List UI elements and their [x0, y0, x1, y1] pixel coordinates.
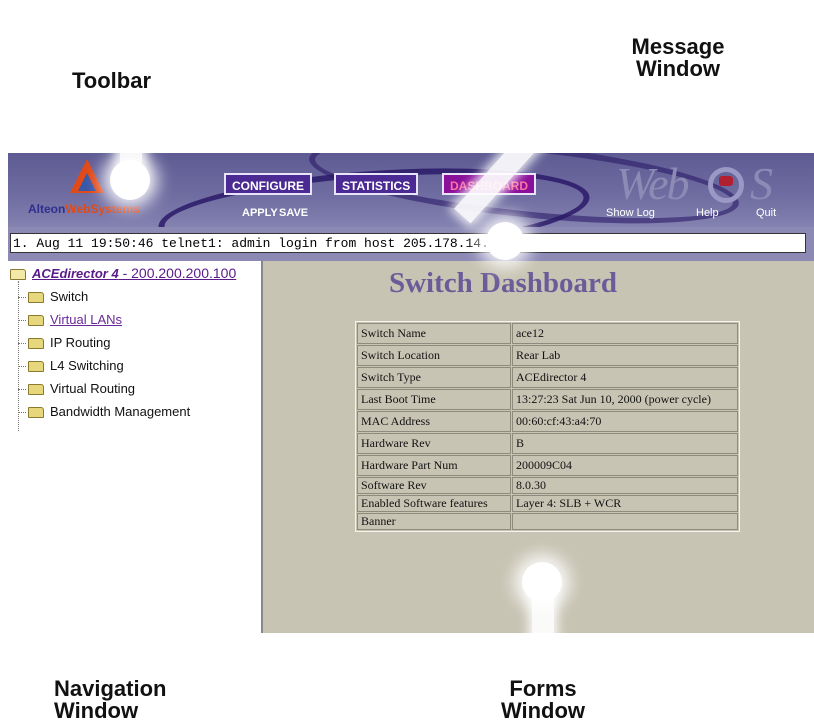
configure-button[interactable]: CONFIGURE	[224, 173, 312, 195]
row-value	[512, 513, 738, 530]
row-value: B	[512, 433, 738, 454]
apply-button[interactable]: APPLY	[242, 207, 278, 219]
table-row: Software Rev 8.0.30	[357, 477, 738, 494]
table-row: MAC Address 00:60:cf:43:a4:70	[357, 411, 738, 432]
switch-info-table: Switch Name ace12 Switch Location Rear Lab…	[355, 321, 740, 532]
row-value: Layer 4: SLB + WCR	[512, 495, 738, 512]
page-title: Switch Dashboard	[388, 267, 618, 299]
help-button[interactable]: Help	[696, 207, 719, 219]
tree-root-name[interactable]: ACEdirector 4	[32, 266, 119, 281]
row-label: Switch Type	[357, 367, 511, 388]
toolbar-callout-dot	[110, 160, 150, 200]
row-label: Switch Name	[357, 323, 511, 344]
table-row: Hardware Part Num 200009C04	[357, 455, 738, 476]
tree-item-label: Virtual LANs	[50, 312, 123, 327]
tree-item-label: Switch	[50, 289, 89, 304]
message-window: 1. Aug 11 19:50:46 telnet1: admin login …	[8, 227, 814, 261]
tree-root[interactable]: ACEdirector 4 - 200.200.200.100	[10, 265, 236, 281]
quit-button[interactable]: Quit	[756, 207, 776, 219]
tree-item-virtual-lans[interactable]: Virtual LANs	[18, 311, 122, 329]
row-value: ACEdirector 4	[512, 367, 738, 388]
alteon-logo-accent	[78, 173, 96, 191]
tree-item-label: Bandwidth Management	[50, 404, 191, 419]
row-label: Last Boot Time	[357, 389, 511, 410]
row-label: Hardware Part Num	[357, 455, 511, 476]
folder-icon	[28, 292, 44, 304]
statistics-button[interactable]: STATISTICS	[334, 173, 419, 195]
row-label: MAC Address	[357, 411, 511, 432]
row-label: Banner	[357, 513, 511, 530]
tree-item-label: L4 Switching	[50, 358, 124, 373]
forms-window-callout: Forms Window	[488, 672, 598, 722]
row-value: 13:27:23 Sat Jun 10, 2000 (power cycle)	[512, 389, 738, 410]
brand-text: Web	[616, 158, 690, 209]
table-row: Switch Location Rear Lab	[357, 345, 738, 366]
row-label: Hardware Rev	[357, 433, 511, 454]
callout-line: Navigation	[54, 676, 167, 701]
table-row: Enabled Software features Layer 4: SLB + …	[357, 495, 738, 512]
tree-item-switch[interactable]: Switch	[18, 288, 88, 306]
save-button[interactable]: SAVE	[279, 207, 308, 219]
row-value: 00:60:cf:43:a4:70	[512, 411, 738, 432]
row-value: 8.0.30	[512, 477, 738, 494]
row-value: Rear Lab	[512, 345, 738, 366]
row-value: ace12	[512, 323, 738, 344]
brand-suffix: S	[750, 158, 773, 209]
folder-icon	[28, 407, 44, 419]
tree-item-label: IP Routing	[50, 335, 111, 350]
folder-icon	[28, 384, 44, 396]
tree-item-bandwidth-management[interactable]: Bandwidth Management	[18, 403, 190, 421]
forms-callout-dot	[522, 562, 562, 602]
folder-icon	[28, 361, 44, 373]
tree-root-ip[interactable]: - 200.200.200.100	[119, 265, 237, 281]
callout-line: Window	[500, 698, 586, 723]
table-row: Switch Name ace12	[357, 323, 738, 344]
app-window: AlteonWebSystems CONFIGURE STATISTICS DA…	[8, 153, 814, 633]
message-callout-dot	[486, 222, 524, 260]
table-row: Banner	[357, 513, 738, 530]
webos-o-icon	[708, 167, 744, 203]
row-label: Software Rev	[357, 477, 511, 494]
message-window-callout: Message Window	[608, 30, 748, 86]
callout-line: Message	[631, 34, 725, 59]
toolbar-callout: Toolbar	[58, 52, 178, 92]
folder-icon	[28, 315, 44, 327]
tree-item-l4-switching[interactable]: L4 Switching	[18, 357, 124, 375]
folder-icon	[28, 338, 44, 350]
row-value: 200009C04	[512, 455, 738, 476]
callout-line: Window	[635, 56, 721, 81]
row-label: Enabled Software features	[357, 495, 511, 512]
navigation-callout-dot	[106, 562, 146, 602]
message-text[interactable]: 1. Aug 11 19:50:46 telnet1: admin login …	[10, 233, 806, 253]
table-row: Last Boot Time 13:27:23 Sat Jun 10, 2000 …	[357, 389, 738, 410]
callout-line: Forms	[509, 676, 577, 701]
navigation-window-callout: Navigation Window	[44, 672, 194, 722]
tree-item-label: Virtual Routing	[50, 381, 136, 396]
webos-brand: Web	[616, 157, 690, 210]
table-row: Switch Type ACEdirector 4	[357, 367, 738, 388]
logo-text-websystems: WebSystems	[65, 202, 140, 216]
table-row: Hardware Rev B	[357, 433, 738, 454]
tree-item-virtual-routing[interactable]: Virtual Routing	[18, 380, 135, 398]
logo-text: AlteonWebSystems	[28, 202, 140, 216]
callout-line: Window	[54, 698, 139, 723]
folder-open-icon	[10, 269, 26, 281]
show-log-button[interactable]: Show Log	[606, 207, 655, 219]
tree-item-ip-routing[interactable]: IP Routing	[18, 334, 110, 352]
row-label: Switch Location	[357, 345, 511, 366]
logo-text-alteon: Alteon	[28, 202, 66, 216]
